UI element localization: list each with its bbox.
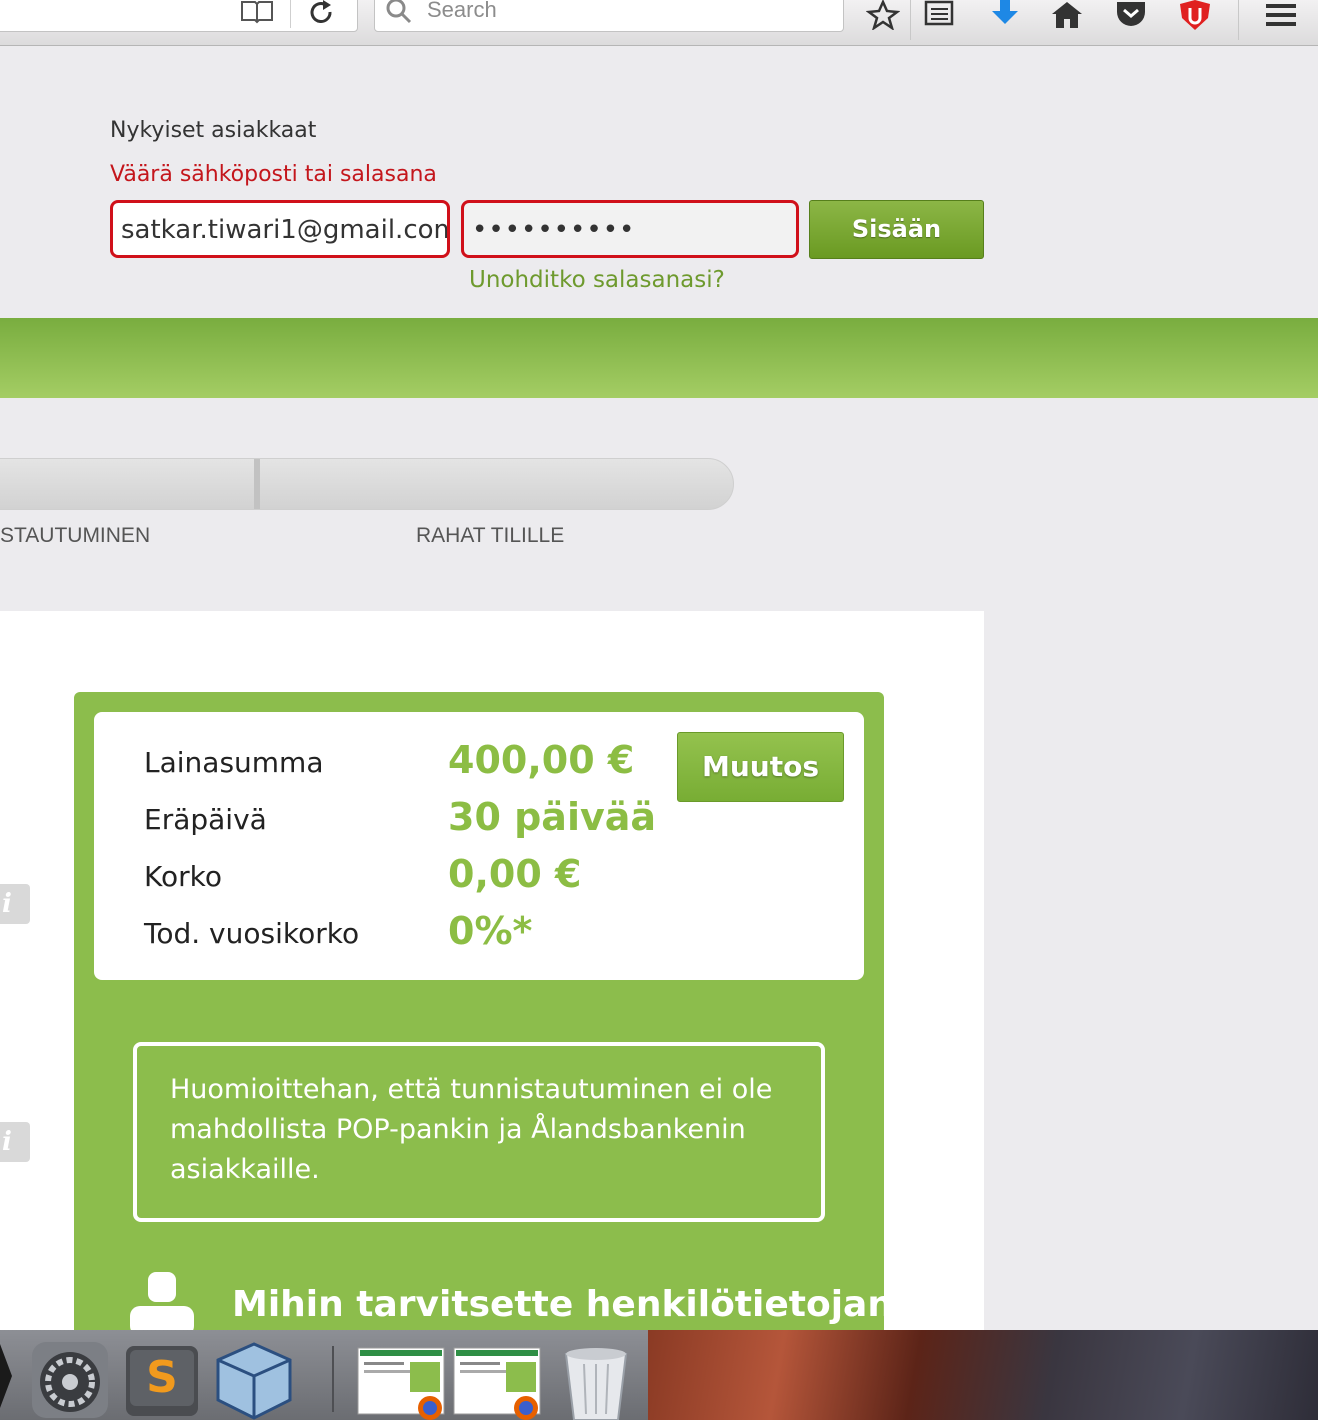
step-label-identification: STAUTUMINEN [0,524,151,547]
search-placeholder: Search [427,0,497,22]
toolbar-separator [910,0,911,40]
progress-bar [0,458,734,510]
interest-value: 0,00 € [448,852,582,896]
system-preferences-icon[interactable] [30,1340,110,1420]
forgot-password-link[interactable]: Unohditko salasanasi? [469,267,725,293]
person-icon [130,1272,194,1332]
virtualbox-icon[interactable] [214,1340,294,1420]
reload-icon[interactable] [308,0,336,26]
header-green-band [0,318,1318,398]
toolbar-separator [1238,0,1239,40]
url-bar-separator [290,0,291,28]
desktop-wallpaper [648,1330,1318,1420]
menu-icon[interactable] [1264,0,1298,30]
pocket-icon[interactable] [1114,0,1148,30]
due-date-value: 30 päivää [448,795,657,839]
apr-value: 0%* [448,909,533,953]
email-field[interactable]: satkar.tiwari1@gmail.com [110,200,450,258]
trash-icon[interactable] [556,1340,636,1420]
sign-in-button[interactable]: Sisään [809,200,984,259]
change-loan-button[interactable]: Muutos [677,732,844,802]
apr-label: Tod. vuosikorko [144,917,360,950]
search-bar[interactable]: Search [374,0,844,32]
loan-amount-label: Lainasumma [144,746,324,779]
sublime-text-icon[interactable]: S [122,1340,202,1420]
interest-label: Korko [144,860,222,893]
home-icon[interactable] [1050,0,1084,30]
ublock-icon[interactable] [1178,0,1212,30]
progress-divider [254,459,260,509]
downloads-icon[interactable] [988,0,1022,30]
bookmarks-list-icon[interactable] [922,0,956,30]
due-date-label: Eräpäivä [144,803,267,836]
login-error-message: Väärä sähköposti tai salasana [110,162,437,187]
info-icon[interactable]: i [0,1122,30,1162]
step-label-money-to-account: RAHAT TILILLE [416,524,565,547]
identification-notice: Huomioittehan, että tunnistautuminen ei … [133,1042,825,1222]
login-heading: Nykyiset asiakkaat [110,118,317,143]
password-field[interactable]: •••••••••• [461,200,799,258]
reader-view-icon[interactable] [240,0,274,24]
dock-separator [332,1346,334,1412]
firefox-window-thumbnail[interactable] [356,1340,446,1420]
info-icon[interactable]: i [0,884,30,924]
url-bar[interactable] [0,0,358,32]
loan-amount-value: 400,00 € [448,738,635,782]
browser-toolbar: Search [0,0,1318,46]
firefox-window-thumbnail[interactable] [452,1340,542,1420]
search-icon [386,0,412,24]
dock-arrow-icon [0,1344,12,1408]
personal-data-question-heading: Mihin tarvitsette henkilötietojani? [232,1284,927,1325]
svg-text:S: S [146,1352,178,1403]
bookmark-star-icon[interactable] [866,0,900,30]
